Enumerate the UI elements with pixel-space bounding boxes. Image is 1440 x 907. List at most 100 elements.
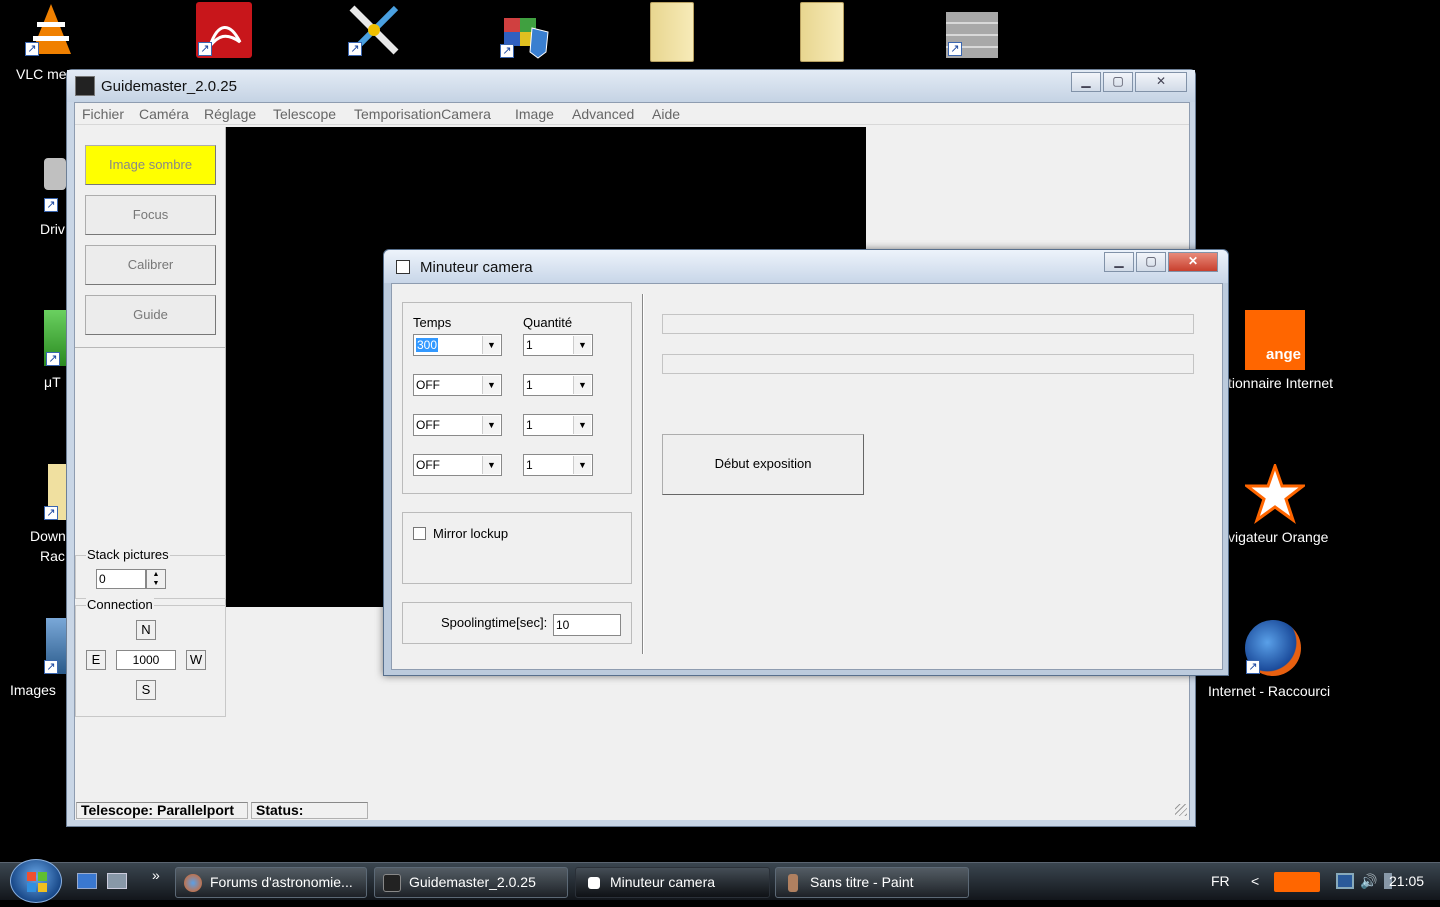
menu-bar: Fichier Caméra Réglage Telescope Tempori… <box>75 103 1189 125</box>
vlc-cone-icon: ↗ <box>23 2 79 58</box>
west-button[interactable]: W <box>186 650 206 670</box>
exposure-group: Temps Quantité 300 ▼ 1 ▼ OFF ▼ 1 ▼ OFF ▼ 1 ▼ O… <box>402 302 632 494</box>
menu-advanced[interactable]: Advanced <box>572 106 634 122</box>
quantity-select-3[interactable]: 1 ▼ <box>523 414 593 436</box>
resize-grip-icon[interactable] <box>1175 804 1187 816</box>
dialog-minimize-button[interactable]: ▁ <box>1104 252 1134 272</box>
windows-logo-icon <box>27 872 47 892</box>
focus-button[interactable]: Focus <box>85 195 216 235</box>
quick-launch-chevron[interactable]: » <box>152 867 160 883</box>
orange-star-icon <box>1242 461 1308 524</box>
menu-fichier[interactable]: Fichier <box>82 106 124 122</box>
firewall-icon[interactable]: ↗ <box>946 12 998 58</box>
tray-expand-icon[interactable]: < <box>1251 873 1259 889</box>
switch-windows-icon[interactable] <box>107 873 127 889</box>
chevron-down-icon: ▼ <box>573 456 591 474</box>
quantity-value: 1 <box>526 338 533 352</box>
app-icon <box>383 874 401 892</box>
firefox-icon <box>184 874 202 892</box>
task-guidemaster[interactable]: Guidemaster_2.0.25 <box>374 867 568 898</box>
task-camera-timer[interactable]: Minuteur camera <box>575 867 770 898</box>
stack-pictures-label: Stack pictures <box>86 547 170 562</box>
north-button[interactable]: N <box>136 620 156 640</box>
time-select-3[interactable]: OFF ▼ <box>413 414 502 436</box>
spooling-group: Spoolingtime[sec]: 10 <box>402 602 632 644</box>
time-select-2[interactable]: OFF ▼ <box>413 374 502 396</box>
folder-icon[interactable] <box>650 2 694 62</box>
telescope-status: Telescope: Parallelport <box>76 802 248 819</box>
minimize-button[interactable]: ▁ <box>1071 72 1101 92</box>
stack-pictures-input[interactable]: 0 <box>96 569 146 589</box>
task-firefox[interactable]: Forums d'astronomie... <box>175 867 367 898</box>
folder-icon[interactable] <box>800 2 844 62</box>
show-desktop-icon[interactable] <box>77 873 97 889</box>
tools-icon[interactable]: ↗ <box>346 2 402 58</box>
vertical-divider <box>642 294 644 654</box>
time-select-4[interactable]: OFF ▼ <box>413 454 502 476</box>
volume-icon[interactable]: 🔊 <box>1360 873 1377 890</box>
start-exposure-button[interactable]: Début exposition <box>662 434 864 495</box>
time-select-1[interactable]: 300 ▼ <box>413 334 502 356</box>
quantity-value: 1 <box>526 458 533 472</box>
close-button[interactable]: ✕ <box>1135 72 1187 92</box>
taskbar: » Forums d'astronomie... Guidemaster_2.0… <box>0 859 1440 903</box>
quantity-column-label: Quantité <box>523 315 573 330</box>
mirror-lockup-group: Mirror lockup <box>402 512 632 584</box>
chevron-down-icon: ▼ <box>573 376 591 394</box>
chevron-down-icon: ▼ <box>482 456 500 474</box>
spooling-time-input[interactable]: 10 <box>553 614 621 636</box>
east-button[interactable]: E <box>86 650 106 670</box>
chevron-down-icon: ▼ <box>482 376 500 394</box>
menu-temporisation-camera[interactable]: TemporisationCamera <box>354 106 491 122</box>
dialog-title: Minuteur camera <box>420 259 533 276</box>
calibrate-button[interactable]: Calibrer <box>85 245 216 285</box>
quantity-select-1[interactable]: 1 ▼ <box>523 334 593 356</box>
dark-image-button[interactable]: Image sombre <box>85 145 216 185</box>
orange-tray-icon[interactable] <box>1274 872 1320 892</box>
chevron-down-icon: ▼ <box>482 416 500 434</box>
quantity-value: 1 <box>526 378 533 392</box>
mirror-lockup-checkbox[interactable] <box>413 527 426 540</box>
chevron-down-icon: ▼ <box>573 416 591 434</box>
menu-telescope[interactable]: Telescope <box>273 106 336 122</box>
chevron-down-icon: ▼ <box>482 336 500 354</box>
menu-camera[interactable]: Caméra <box>139 106 189 122</box>
dialog-client: Temps Quantité 300 ▼ 1 ▼ OFF ▼ 1 ▼ OFF ▼ 1 ▼ O… <box>391 283 1223 670</box>
stack-pictures-group: Stack pictures 0 ▲ ▼ <box>75 547 226 599</box>
stack-spinner[interactable]: ▲ ▼ <box>146 569 166 589</box>
security-shield-icon[interactable]: ↗ <box>498 8 552 60</box>
maximize-button[interactable]: ▢ <box>1103 72 1133 92</box>
clock[interactable]: 21:05 <box>1389 873 1424 889</box>
menu-image[interactable]: Image <box>515 106 554 122</box>
guide-button[interactable]: Guide <box>85 295 216 335</box>
status-field: Status: <box>251 802 368 819</box>
sequence-progress-bar <box>662 354 1194 374</box>
dialog-app-icon <box>396 260 410 274</box>
dialog-maximize-button[interactable]: ▢ <box>1136 252 1166 272</box>
acrobat-icon[interactable]: ↗ <box>196 2 252 58</box>
task-paint[interactable]: Sans titre - Paint <box>775 867 969 898</box>
language-indicator[interactable]: FR <box>1211 873 1230 889</box>
time-value: 300 <box>416 338 439 352</box>
divider <box>75 347 226 348</box>
quantity-select-2[interactable]: 1 ▼ <box>523 374 593 396</box>
south-button[interactable]: S <box>136 680 156 700</box>
dialog-close-button[interactable]: ✕ <box>1168 252 1218 272</box>
connection-group: Connection N E 1000 W S <box>75 597 226 717</box>
main-titlebar[interactable]: Guidemaster_2.0.25 ▁ ▢ ✕ <box>67 70 1195 102</box>
time-column-label: Temps <box>413 315 452 330</box>
guide-duration-input[interactable]: 1000 <box>116 650 176 670</box>
left-control-panel: Image sombre Focus Calibrer Guide Stack … <box>75 127 226 717</box>
time-value: OFF <box>416 418 440 432</box>
mirror-lockup-label: Mirror lockup <box>433 526 509 541</box>
menu-aide[interactable]: Aide <box>652 106 680 122</box>
start-button[interactable] <box>10 859 62 903</box>
dialog-titlebar[interactable]: Minuteur camera ▁ ▢ ✕ <box>384 250 1228 283</box>
paint-icon <box>788 874 798 892</box>
driver-tool-icon <box>44 158 66 190</box>
status-bar: Telescope: Parallelport Status: <box>75 800 1189 820</box>
chevron-down-icon: ▼ <box>573 336 591 354</box>
quantity-select-4[interactable]: 1 ▼ <box>523 454 593 476</box>
network-icon[interactable] <box>1336 873 1354 889</box>
menu-reglage[interactable]: Réglage <box>204 106 256 122</box>
